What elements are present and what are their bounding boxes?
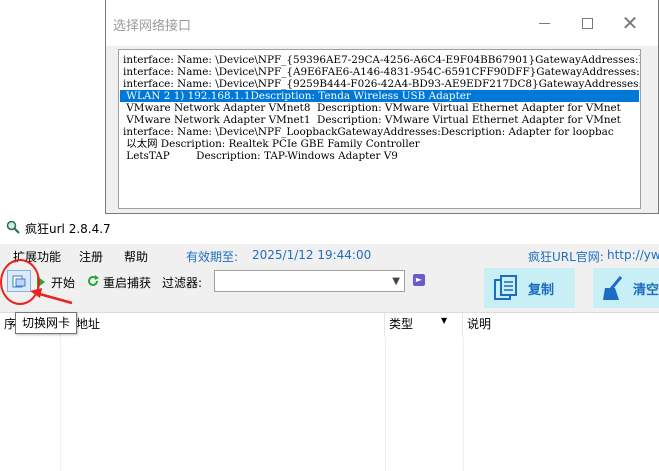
tooltip: 切换网卡 [15,312,78,334]
menu-register[interactable]: 注册 [79,248,103,265]
filter-label: 过滤器: [162,276,203,290]
grid-line [60,337,61,471]
maximize-button[interactable] [567,8,607,38]
maximize-icon [581,17,593,29]
interface-item[interactable]: VMware Network Adapter VMnet8 Descriptio… [123,102,621,114]
copy-button[interactable]: 复制 [484,268,575,308]
interface-item[interactable]: interface: Name: \Device\NPF_{9259B444-F… [123,78,640,90]
site-label: 疯狂URL官网: [528,250,604,264]
app-titlebar: 疯狂url 2.8.4.7 [0,214,659,241]
expire-date: 2025/1/12 19:44:00 [252,248,372,262]
interface-item[interactable]: VMware Network Adapter VMnet1 Descriptio… [123,114,621,126]
apply-filter-button[interactable]: ► [413,274,425,286]
interface-item[interactable]: LetsTAP Description: TAP-Windows Adapter… [123,150,398,162]
grid-line [385,337,386,471]
column-header-description[interactable]: 说明 [463,313,659,337]
main-window: 疯狂url 2.8.4.7 扩展功能 注册 帮助 有效期至: 2025/1/12… [0,214,659,471]
select-interface-dialog: 选择网络接口 ✕ interface: Name: \Device\NPF_{5… [105,0,659,214]
broom-icon [603,276,623,300]
clear-label: 清空 [633,282,659,298]
minimize-icon [538,22,550,24]
copy-label: 复制 [528,282,555,298]
interface-item-selected[interactable]: WLAN 2 1) 192.168.1.1Description: Tenda … [120,90,639,102]
close-button[interactable]: ✕ [610,8,650,38]
url-table: 序 址地址 类型 ▼ 说明 [0,312,659,471]
interface-item[interactable]: interface: Name: \Device\NPF_{A9E6FAE6-A… [123,66,640,78]
toolbar: 开始 重启捕获 过滤器: ▼ ► 复制 清空 [0,266,659,312]
start-button[interactable]: 开始 [51,274,75,291]
sort-down-icon: ▼ [441,316,448,325]
site-link[interactable]: http://yw [607,248,659,262]
annotation-circle [0,259,40,305]
dialog-title: 选择网络接口 [113,19,192,34]
refresh-icon[interactable] [86,274,100,288]
copy-icon [494,275,517,300]
magnifier-icon [6,220,20,234]
close-icon: ✕ [621,11,639,35]
interface-list[interactable]: interface: Name: \Device\NPF_{59396AE7-2… [118,49,641,209]
interface-item[interactable]: interface: Name: \Device\NPF_{59396AE7-2… [123,54,640,66]
interface-item[interactable]: interface: Name: \Device\NPF_LoopbackGat… [123,126,614,138]
restart-capture-button[interactable]: 重启捕获 [103,274,151,291]
column-header-type[interactable]: 类型 [385,313,463,337]
app-title: 疯狂url 2.8.4.7 [25,222,111,236]
grid-line [463,337,464,471]
column-header-url[interactable]: 址地址 [60,313,385,337]
clear-button[interactable]: 清空 [593,268,659,308]
filter-dropdown[interactable]: ▼ [214,270,405,292]
dialog-titlebar: 选择网络接口 ✕ [106,0,658,46]
chevron-down-icon[interactable]: ▼ [392,276,400,287]
menu-bar: 扩展功能 注册 帮助 有效期至: 2025/1/12 19:44:00 疯狂UR… [0,244,659,266]
interface-item[interactable]: 以太网 Description: Realtek PCIe GBE Family… [123,138,419,150]
minimize-button[interactable] [524,8,564,38]
expire-label: 有效期至: [186,250,239,264]
menu-help[interactable]: 帮助 [124,248,148,265]
